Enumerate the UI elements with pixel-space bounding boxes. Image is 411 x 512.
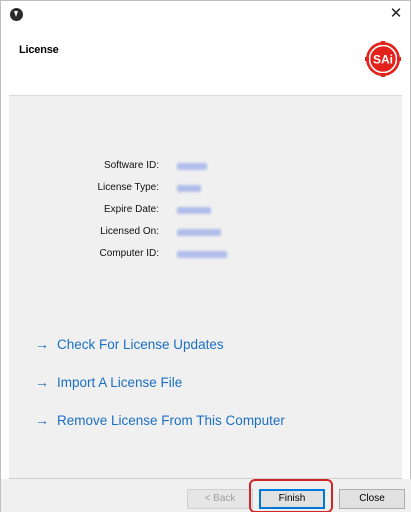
download-icon — [10, 8, 23, 21]
info-label: Software ID: — [103, 160, 159, 171]
action-label: Remove License From This Computer — [57, 413, 285, 428]
arrow-right-icon: → — [35, 412, 49, 428]
action-label: Check For License Updates — [57, 337, 224, 352]
page-title: License — [19, 44, 59, 56]
back-button[interactable]: < Back — [187, 489, 253, 509]
info-value-redacted — [177, 163, 207, 170]
info-row-expire-date: Expire Date: — [9, 204, 402, 218]
license-dialog: ✕ License SAi Software ID: License Type:… — [0, 0, 411, 512]
finish-highlight — [249, 479, 333, 512]
info-label: Licensed On: — [100, 226, 159, 237]
close-button[interactable]: Close — [339, 489, 405, 509]
remove-license-link[interactable]: → Remove License From This Computer — [35, 412, 285, 432]
action-label: Import A License File — [57, 375, 183, 390]
check-license-updates-link[interactable]: → Check For License Updates — [35, 336, 224, 356]
info-value-redacted — [177, 229, 221, 236]
info-value-redacted — [177, 251, 227, 258]
close-window-button[interactable]: ✕ — [386, 5, 406, 23]
info-row-licensed-on: Licensed On: — [9, 226, 402, 240]
info-value-redacted — [177, 185, 201, 192]
info-value-redacted — [177, 207, 211, 214]
logo-text: SAi — [373, 53, 393, 67]
arrow-right-icon: → — [35, 374, 49, 390]
sai-logo: SAi — [365, 41, 401, 77]
info-label: Computer ID: — [99, 248, 159, 259]
button-bar: < Back Finish Close — [1, 479, 411, 512]
import-license-file-link[interactable]: → Import A License File — [35, 374, 182, 394]
info-row-computer-id: Computer ID: — [9, 248, 402, 262]
info-row-license-type: License Type: — [9, 182, 402, 196]
info-label: Expire Date: — [103, 204, 159, 215]
arrow-right-icon: → — [35, 336, 49, 352]
license-panel: Software ID: License Type: Expire Date: … — [9, 95, 402, 479]
info-row-software-id: Software ID: — [9, 160, 402, 174]
title-bar: ✕ — [1, 1, 411, 29]
info-label: License Type: — [97, 182, 159, 193]
